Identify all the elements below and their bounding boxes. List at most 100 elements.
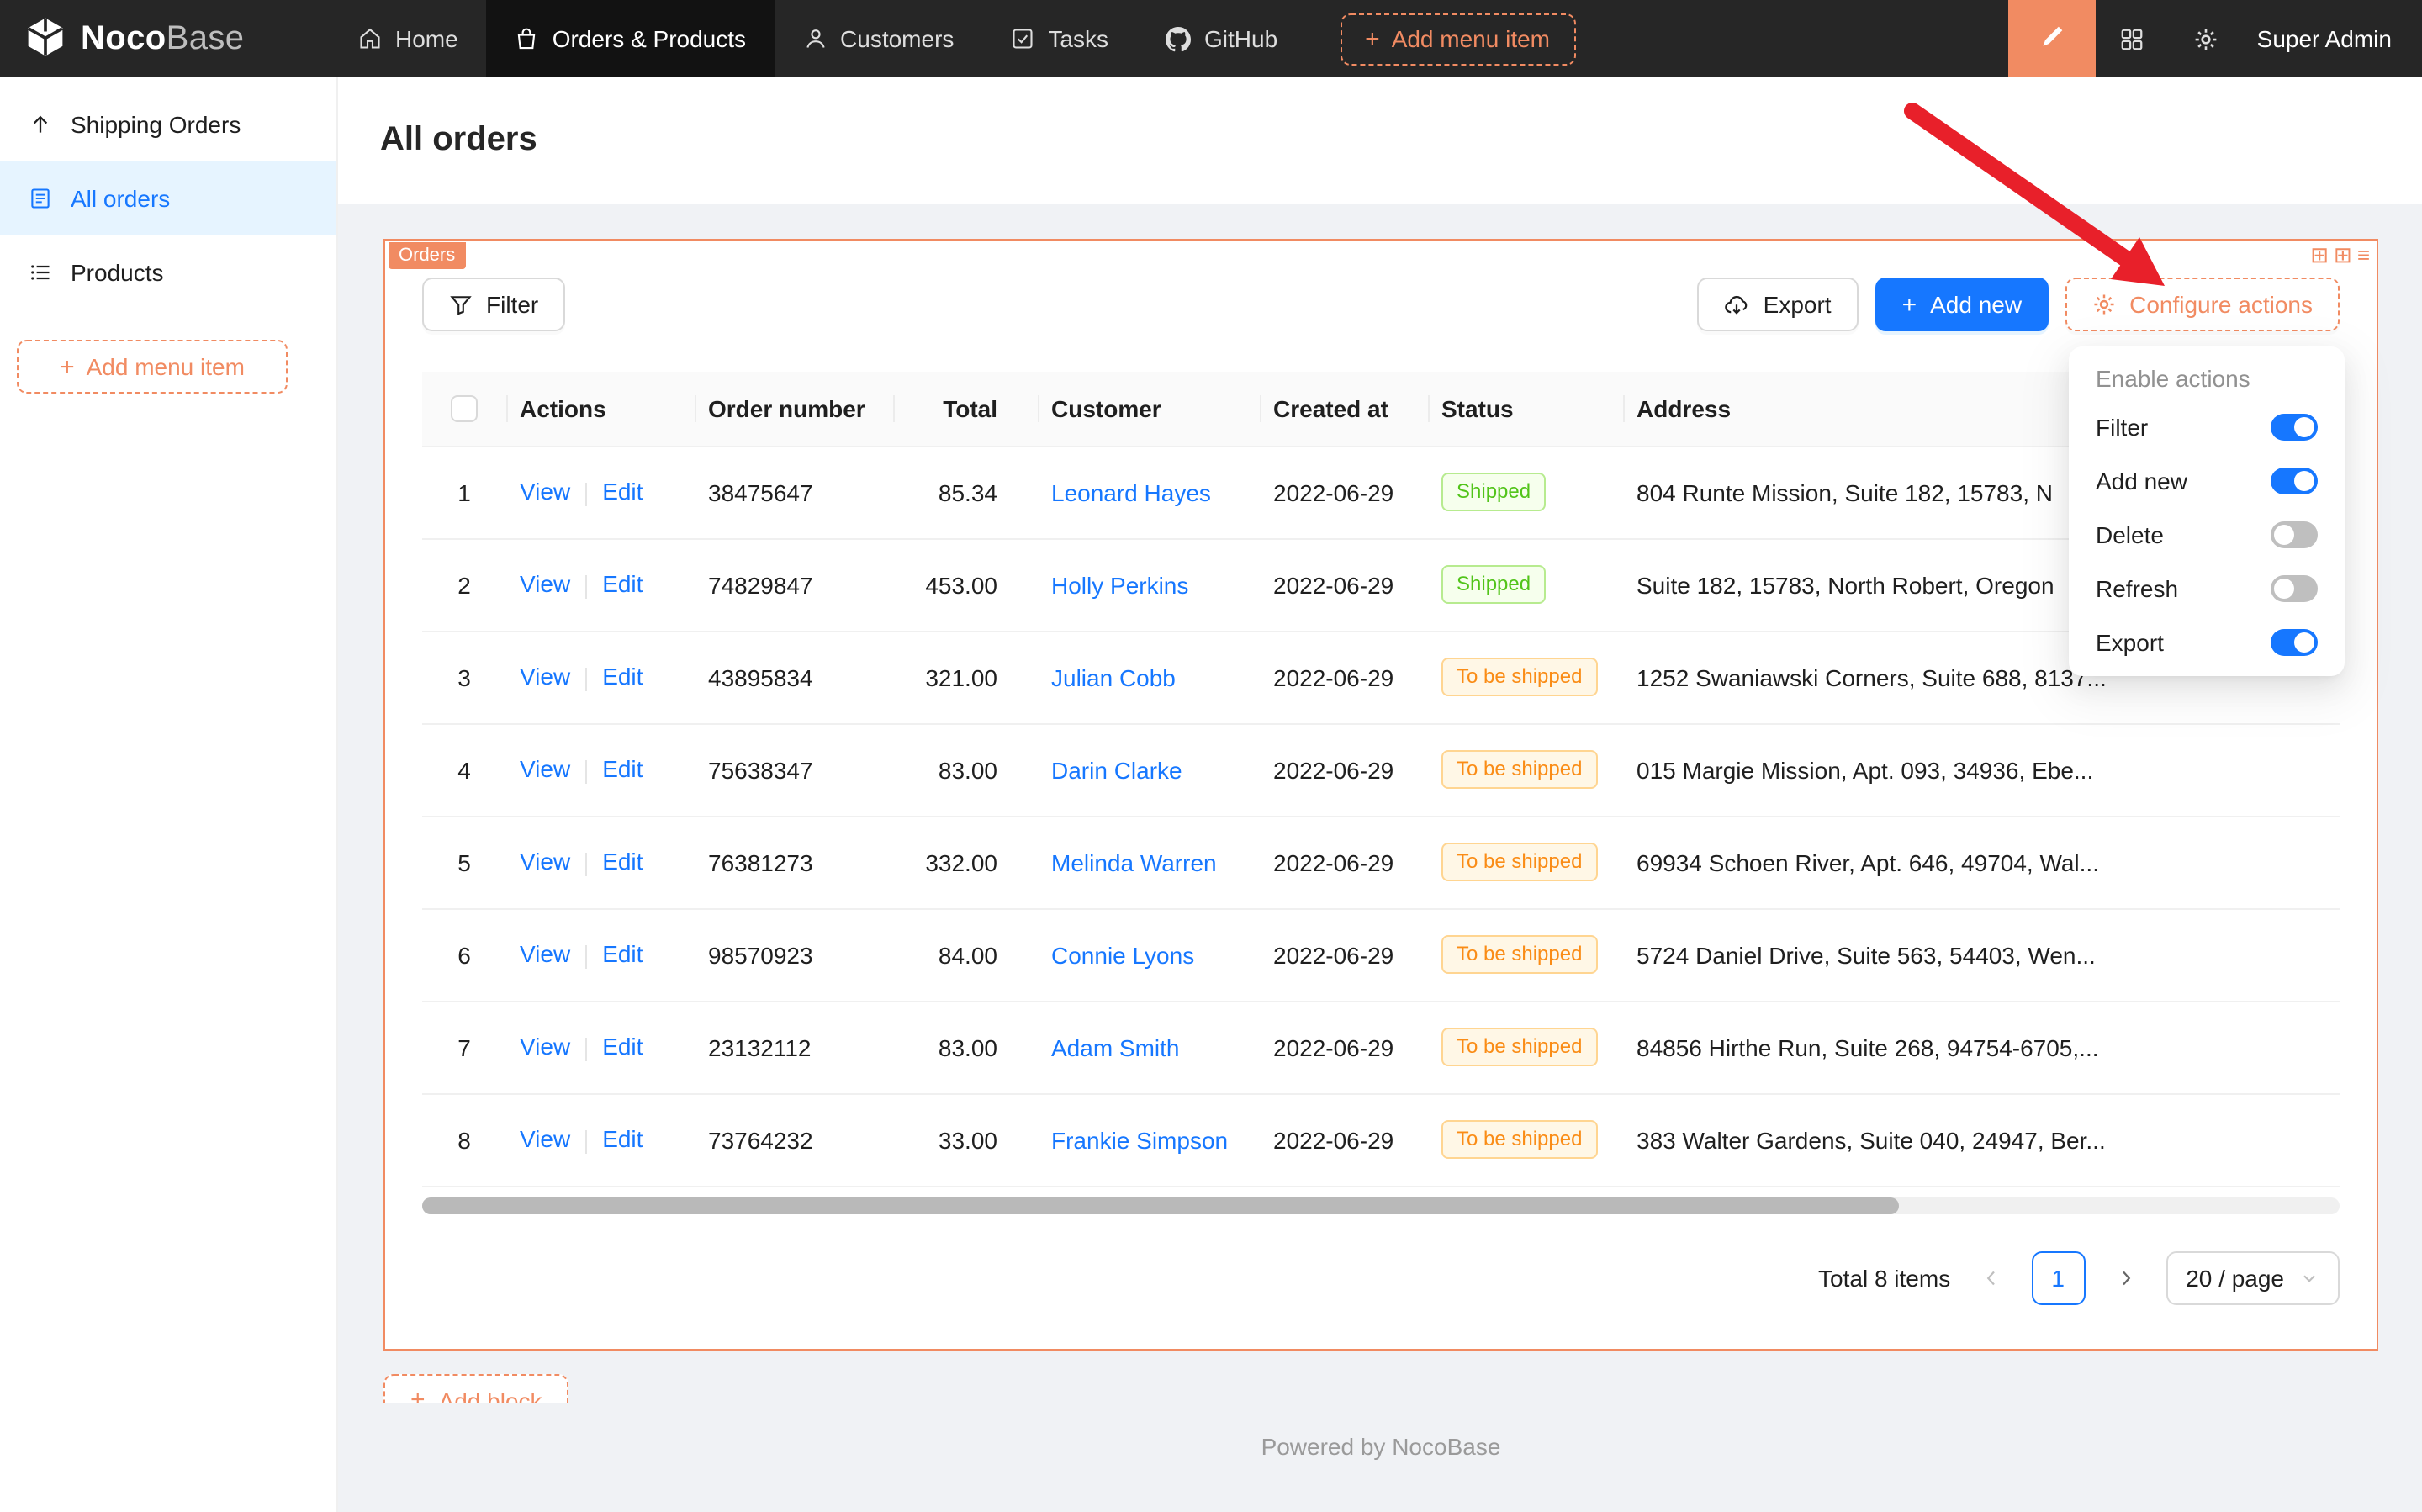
main-nav: HomeOrders & ProductsCustomersTasksGitHu… — [330, 0, 1306, 77]
previous-page-button[interactable] — [1964, 1250, 2017, 1304]
total-cell: 332.00 — [893, 816, 1038, 908]
paintbrush-icon — [2039, 23, 2065, 55]
edit-link[interactable]: Edit — [602, 849, 643, 875]
divider — [585, 574, 587, 598]
view-link[interactable]: View — [520, 941, 570, 968]
edit-link[interactable]: Edit — [602, 756, 643, 783]
horizontal-scrollbar-thumb[interactable] — [422, 1197, 1899, 1213]
table-row: 8ViewEdit7376423233.00Frankie Simpson202… — [422, 1093, 2340, 1186]
divider — [585, 852, 587, 875]
ui-editor-button[interactable] — [2008, 0, 2096, 77]
divider — [585, 1129, 587, 1153]
arrow-up-icon — [29, 113, 52, 136]
order-number-cell: 23132112 — [695, 1001, 893, 1093]
navbar-add-menu-item-button[interactable]: + Add menu item — [1340, 13, 1575, 65]
customer-link[interactable]: Darin Clarke — [1051, 756, 1182, 783]
add-block-icon[interactable]: ⊞ — [2334, 244, 2352, 266]
address-cell: 69934 Schoen River, Apt. 646, 49704, Wal… — [1623, 816, 2340, 908]
enable-action-add-new[interactable]: Add new — [2076, 454, 2338, 508]
created-at-cell: 2022-06-29 — [1260, 1001, 1428, 1093]
edit-link[interactable]: Edit — [602, 571, 643, 598]
customer-link[interactable]: Connie Lyons — [1051, 941, 1194, 968]
table-row: 1ViewEdit3847564785.34Leonard Hayes2022-… — [422, 446, 2340, 538]
nocobase-logo[interactable]: NocoBase — [0, 0, 330, 77]
edit-link[interactable]: Edit — [602, 1034, 643, 1060]
toggle-switch[interactable] — [2271, 629, 2318, 656]
table-header-row: Actions Order number Total Customer Crea… — [422, 372, 2340, 446]
view-link[interactable]: View — [520, 1126, 570, 1153]
view-link[interactable]: View — [520, 478, 570, 505]
select-all-checkbox[interactable] — [451, 396, 478, 423]
orders-table: Actions Order number Total Customer Crea… — [422, 372, 2340, 1187]
nav-item-customers[interactable]: Customers — [775, 0, 982, 77]
customer-link[interactable]: Melinda Warren — [1051, 849, 1217, 875]
nav-item-tasks[interactable]: Tasks — [982, 0, 1137, 77]
customer-link[interactable]: Leonard Hayes — [1051, 478, 1211, 505]
divider — [585, 759, 587, 783]
address-cell: 015 Margie Mission, Apt. 093, 34936, Ebe… — [1623, 723, 2340, 816]
column-header-status: Status — [1428, 372, 1623, 446]
row-index: 8 — [422, 1093, 506, 1186]
page-header: All orders — [338, 77, 2422, 204]
add-new-button[interactable]: + Add new — [1875, 278, 2049, 331]
table-row: 7ViewEdit2313211283.00Adam Smith2022-06-… — [422, 1001, 2340, 1093]
edit-link[interactable]: Edit — [602, 1126, 643, 1153]
enable-action-refresh[interactable]: Refresh — [2076, 562, 2338, 616]
enable-action-filter[interactable]: Filter — [2076, 400, 2338, 454]
user-menu[interactable]: Super Admin — [2244, 25, 2422, 52]
column-header-customer: Customer — [1038, 372, 1260, 446]
enable-action-delete[interactable]: Delete — [2076, 508, 2338, 562]
table-row: 4ViewEdit7563834783.00Darin Clarke2022-0… — [422, 723, 2340, 816]
view-link[interactable]: View — [520, 849, 570, 875]
edit-link[interactable]: Edit — [602, 663, 643, 690]
horizontal-scrollbar-track[interactable] — [422, 1197, 2340, 1213]
sidebar-item-all-orders[interactable]: All orders — [0, 161, 336, 235]
nav-item-home[interactable]: Home — [330, 0, 487, 77]
toggle-switch[interactable] — [2271, 575, 2318, 602]
page-number-button[interactable]: 1 — [2031, 1250, 2085, 1304]
created-at-cell: 2022-06-29 — [1260, 631, 1428, 723]
toggle-switch[interactable] — [2271, 468, 2318, 494]
plugin-manager-icon[interactable] — [2096, 0, 2170, 77]
divider — [585, 667, 587, 690]
sidebar-add-menu-item-button[interactable]: + Add menu item — [17, 340, 288, 394]
list-icon — [29, 261, 52, 284]
export-button[interactable]: Export — [1698, 278, 1859, 331]
edit-link[interactable]: Edit — [602, 941, 643, 968]
divider — [585, 482, 587, 505]
enable-action-export[interactable]: Export — [2076, 616, 2338, 669]
configure-actions-button[interactable]: Configure actions — [2065, 278, 2340, 331]
page-size-select[interactable]: 20 / page — [2166, 1250, 2340, 1304]
total-cell: 85.34 — [893, 446, 1038, 538]
address-cell: 5724 Daniel Drive, Suite 563, 54403, Wen… — [1623, 908, 2340, 1001]
filter-funnel-icon — [449, 293, 473, 316]
total-cell: 33.00 — [893, 1093, 1038, 1186]
filter-button[interactable]: Filter — [422, 278, 565, 331]
dropdown-title: Enable actions — [2076, 353, 2338, 400]
plus-icon: + — [1365, 26, 1380, 51]
view-link[interactable]: View — [520, 663, 570, 690]
next-page-button[interactable] — [2098, 1250, 2152, 1304]
sidebar-item-products[interactable]: Products — [0, 235, 336, 309]
view-link[interactable]: View — [520, 756, 570, 783]
nav-item-orders-products[interactable]: Orders & Products — [487, 0, 775, 77]
sidebar-menu: Shipping OrdersAll ordersProducts — [0, 87, 336, 309]
view-link[interactable]: View — [520, 571, 570, 598]
chevron-down-icon — [2299, 1267, 2319, 1287]
view-link[interactable]: View — [520, 1034, 570, 1060]
toggle-switch[interactable] — [2271, 521, 2318, 548]
customer-link[interactable]: Julian Cobb — [1051, 663, 1176, 690]
add-block-button[interactable]: + Add block — [383, 1373, 569, 1402]
nav-item-github[interactable]: GitHub — [1137, 0, 1306, 77]
sidebar-item-shipping-orders[interactable]: Shipping Orders — [0, 87, 336, 161]
block-menu-icon[interactable]: ≡ — [2357, 244, 2370, 266]
edit-link[interactable]: Edit — [602, 478, 643, 505]
status-badge: To be shipped — [1441, 935, 1597, 974]
customer-link[interactable]: Frankie Simpson — [1051, 1126, 1228, 1153]
settings-gear-icon[interactable] — [2170, 0, 2244, 77]
add-column-icon[interactable]: ⊞ — [2310, 244, 2329, 266]
customer-link[interactable]: Holly Perkins — [1051, 571, 1188, 598]
toggle-switch[interactable] — [2271, 414, 2318, 441]
customer-link[interactable]: Adam Smith — [1051, 1034, 1180, 1060]
created-at-cell: 2022-06-29 — [1260, 723, 1428, 816]
